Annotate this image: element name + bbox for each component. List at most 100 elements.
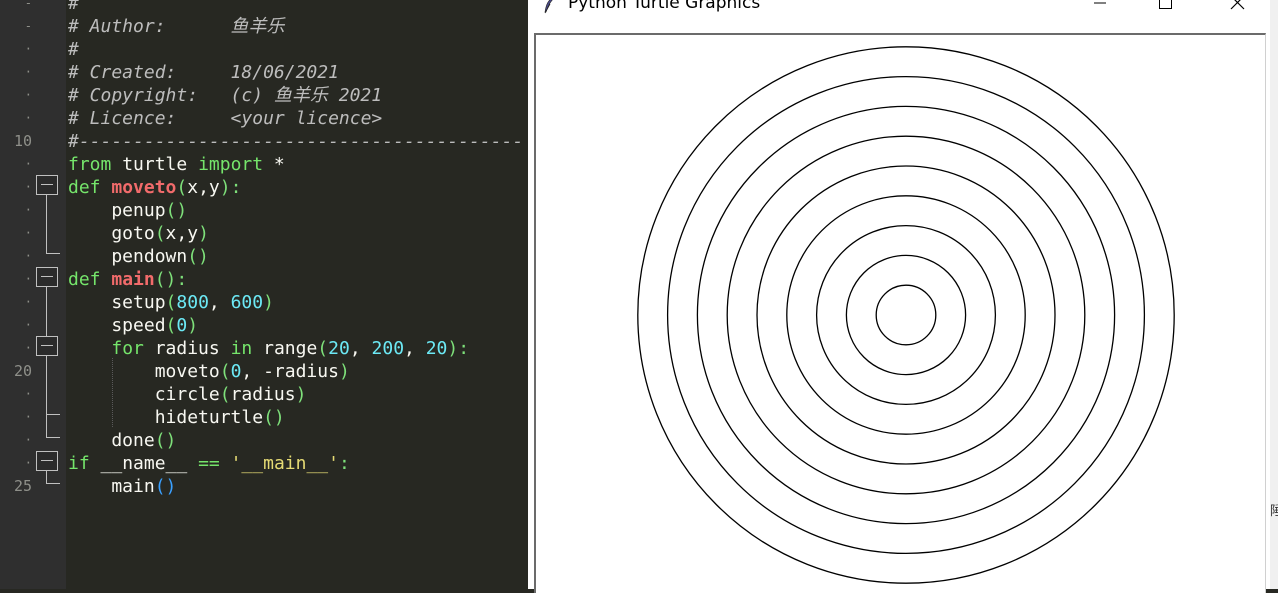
code-token: * <box>263 154 285 175</box>
line-number: · <box>24 180 32 194</box>
fold-toggle-main[interactable] <box>36 267 58 287</box>
fold-end <box>46 253 60 254</box>
line-number: · <box>24 88 32 102</box>
code-token: moveto <box>111 177 177 198</box>
code-line[interactable]: # Created: 18/06/2021 <box>68 61 339 84</box>
code-line[interactable]: moveto(0, -radius) <box>68 360 350 383</box>
background-window-text: 陲 <box>1270 504 1278 519</box>
code-token: x,y <box>165 223 199 244</box>
fold-line <box>46 195 47 253</box>
code-line[interactable]: for radius in range(20, 200, 20): <box>68 337 469 360</box>
line-number: · <box>24 341 32 355</box>
code-token: , <box>404 338 426 359</box>
window-title: Python Turtle Graphics <box>568 0 761 13</box>
close-icon[interactable] <box>1218 0 1258 20</box>
line-number: · <box>24 157 32 171</box>
line-number: · <box>24 111 32 125</box>
code-token: 20 <box>425 338 448 359</box>
code-token: == <box>198 453 220 474</box>
line-number: · <box>24 203 32 217</box>
code-token: speed <box>68 315 166 336</box>
code-token: turtle <box>111 154 199 175</box>
code-line[interactable]: main() <box>68 475 176 498</box>
fold-end <box>46 437 60 438</box>
line-number: · <box>24 318 32 332</box>
code-token: # <box>68 0 79 14</box>
code-line[interactable]: goto(x,y) <box>68 222 209 245</box>
code-token: ): <box>447 338 470 359</box>
line-number: · <box>24 433 32 447</box>
maximize-icon[interactable] <box>1146 0 1186 20</box>
line-number: · <box>24 410 32 424</box>
code-area[interactable]: # # Author: 鱼羊乐 # # Created: 18/06/2021 # Co… <box>68 0 528 589</box>
minimize-icon[interactable] <box>1080 0 1120 20</box>
line-number: · <box>24 456 32 470</box>
line-number: · <box>24 387 32 401</box>
code-line[interactable]: # <box>68 0 79 15</box>
code-token: , <box>349 338 372 359</box>
code-token: ) <box>263 292 274 313</box>
code-token: def <box>68 269 112 290</box>
turtle-canvas-frame <box>534 33 1266 593</box>
turtle-circle <box>786 195 1026 435</box>
turtle-graphics-window[interactable]: Python Turtle Graphics <box>528 0 1278 593</box>
code-token: penup <box>68 200 166 221</box>
line-number: 20 <box>13 362 32 380</box>
code-token: 0 <box>176 315 188 336</box>
fold-end <box>46 414 60 415</box>
code-token: hideturtle <box>68 407 264 428</box>
code-token: '__main__' <box>230 453 339 474</box>
code-line[interactable]: done() <box>68 429 176 452</box>
turtle-circle <box>637 46 1175 584</box>
fold-toggle-if[interactable] <box>36 451 58 471</box>
code-token: : <box>338 453 350 474</box>
code-token: circle <box>68 384 220 405</box>
turtle-circle <box>666 75 1146 555</box>
code-line[interactable]: if __name__ == '__main__': <box>68 452 350 475</box>
code-line[interactable]: hideturtle() <box>68 406 285 429</box>
code-line[interactable]: speed(0) <box>68 314 198 337</box>
code-token: moveto <box>68 361 220 382</box>
code-token: ( <box>165 315 177 336</box>
line-number: · <box>24 226 32 240</box>
code-token: goto <box>68 223 155 244</box>
code-token: def <box>68 177 112 198</box>
code-line[interactable]: # <box>68 38 79 61</box>
code-token: () <box>263 407 285 428</box>
code-line[interactable]: def main(): <box>68 268 187 291</box>
code-line[interactable]: setup(800, 600) <box>68 291 274 314</box>
fold-toggle-for[interactable] <box>36 336 58 356</box>
line-number: · <box>24 295 32 309</box>
turtle-canvas[interactable] <box>536 35 1266 591</box>
code-line[interactable]: from turtle import * <box>68 153 285 176</box>
code-token: 20 <box>328 338 350 359</box>
code-token: (): <box>154 269 188 290</box>
turtle-circle <box>875 284 937 346</box>
code-line[interactable]: # Copyright: (c) 鱼羊乐 2021 <box>68 84 382 107</box>
code-line[interactable]: penup() <box>68 199 187 222</box>
code-line[interactable]: # Licence: <your licence> <box>68 107 382 130</box>
turtle-circle <box>726 135 1086 495</box>
turtle-circle <box>756 165 1056 465</box>
turtle-circle <box>696 105 1116 525</box>
line-number: · <box>24 42 32 56</box>
code-editor[interactable]: - - · · · · 10 · · · · · · · · · 20 · · · · 25 # # Author: 鱼羊乐… <box>0 0 528 589</box>
code-token: for <box>111 338 144 359</box>
line-number: · <box>24 272 32 286</box>
fold-toggle-moveto[interactable] <box>36 175 58 195</box>
code-line[interactable]: #---------------------------------------… <box>68 130 523 153</box>
code-token: in <box>230 338 253 359</box>
code-token: x,y <box>187 177 220 198</box>
code-token: ( <box>154 223 166 244</box>
code-token: if <box>68 453 90 474</box>
code-line[interactable]: pendown() <box>68 245 209 268</box>
code-token: ( <box>219 361 231 382</box>
window-titlebar[interactable]: Python Turtle Graphics <box>528 0 1278 30</box>
code-token: radius <box>230 384 296 405</box>
code-line[interactable]: def moveto(x,y): <box>68 176 241 199</box>
code-line[interactable]: circle(radius) <box>68 383 307 406</box>
code-token: radius <box>143 338 231 359</box>
code-token: ) <box>198 223 209 244</box>
code-line[interactable]: # Author: 鱼羊乐 <box>68 15 285 38</box>
